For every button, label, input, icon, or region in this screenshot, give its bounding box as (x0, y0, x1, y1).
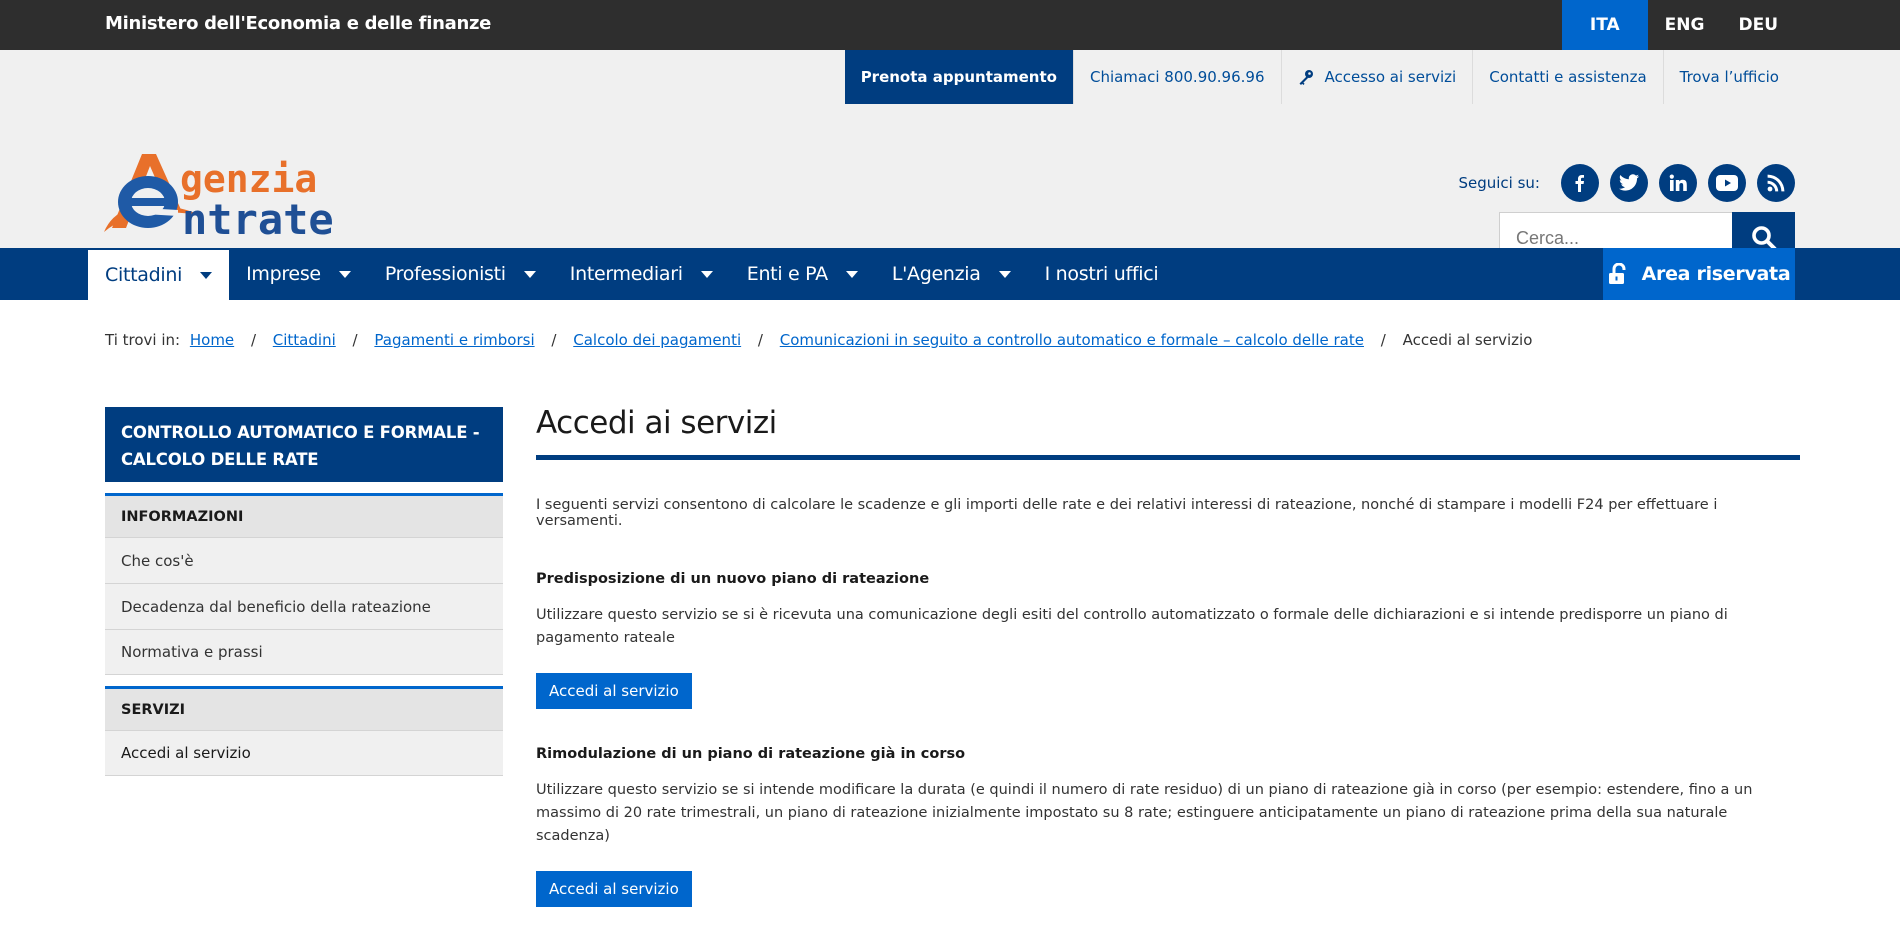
title-underline (536, 455, 1800, 460)
sidebar-section-servizi: SERVIZI (105, 686, 503, 730)
service2-title: Rimodulazione di un piano di rateazione … (536, 746, 966, 762)
chevron-down-icon (338, 270, 351, 278)
top-bar: Ministero dell'Economia e delle finanze … (0, 0, 1900, 50)
sidebar-item-normativa[interactable]: Normativa e prassi (105, 629, 503, 675)
call-link[interactable]: Chiamaci 800.90.96.96 (1072, 50, 1281, 104)
agenzia-entrate-logo[interactable]: genzia ntrate (104, 152, 387, 240)
nav-agenzia[interactable]: L'Agenzia (875, 248, 1028, 300)
chevron-down-icon (845, 270, 858, 278)
utility-bar: Prenota appuntamento Chiamaci 800.90.96.… (844, 50, 1795, 104)
nav-intermediari-label: Intermediari (569, 263, 683, 285)
main-nav: Cittadini Imprese Professionisti Interme… (0, 248, 1900, 300)
lang-ita[interactable]: ITA (1561, 0, 1648, 50)
social-links: Seguici su: (1458, 164, 1795, 202)
sidebar: CONTROLLO AUTOMATICO E FORMALE - CALCOLO… (105, 407, 503, 776)
sidebar-title[interactable]: CONTROLLO AUTOMATICO E FORMALE - CALCOLO… (105, 407, 503, 482)
sidebar-item-accedi[interactable]: Accedi al servizio (105, 730, 503, 776)
service2-access-button[interactable]: Accedi al servizio (536, 871, 692, 907)
nav-cittadini-label: Cittadini (105, 264, 183, 286)
breadcrumb-prefix: Ti trovi in: (105, 331, 181, 349)
chevron-down-icon (523, 270, 536, 278)
nav-agenzia-label: L'Agenzia (891, 263, 981, 285)
chevron-down-icon (700, 270, 713, 278)
breadcrumb: Ti trovi in: Home / Cittadini / Pagament… (105, 331, 1532, 349)
ministry-link[interactable]: Ministero dell'Economia e delle finanze (105, 13, 491, 34)
chevron-down-icon (998, 270, 1011, 278)
chevron-down-icon (200, 271, 213, 279)
book-appointment-button[interactable]: Prenota appuntamento (844, 50, 1073, 104)
sidebar-item-che-cose[interactable]: Che cos'è (105, 537, 503, 583)
lang-deu[interactable]: DEU (1721, 0, 1795, 50)
linkedin-icon[interactable] (1659, 164, 1697, 202)
contacts-link[interactable]: Contatti e assistenza (1472, 50, 1662, 104)
nav-intermediari[interactable]: Intermediari (553, 248, 730, 300)
nav-professionisti-label: Professionisti (384, 263, 506, 285)
nav-enti-pa-label: Enti e PA (746, 263, 828, 285)
find-office-link[interactable]: Trova l’ufficio (1662, 50, 1795, 104)
breadcrumb-comunicazioni[interactable]: Comunicazioni in seguito a controllo aut… (780, 331, 1364, 349)
reserved-area-label: Area riservata (1641, 263, 1791, 285)
nav-imprese[interactable]: Imprese (229, 248, 368, 300)
access-services-label: Accesso ai servizi (1324, 68, 1457, 86)
breadcrumb-separator: / (250, 331, 256, 349)
service1-title: Predisposizione di un nuovo piano di rat… (536, 571, 930, 587)
header: Prenota appuntamento Chiamaci 800.90.96.… (0, 50, 1900, 264)
lang-eng[interactable]: ENG (1648, 0, 1722, 50)
logo-line2: ntrate (182, 195, 334, 240)
breadcrumb-separator: / (551, 331, 557, 349)
breadcrumb-separator: / (352, 331, 358, 349)
social-label: Seguici su: (1458, 174, 1540, 192)
twitter-icon[interactable] (1610, 164, 1648, 202)
breadcrumb-current: Accedi al servizio (1402, 331, 1533, 349)
breadcrumb-calcolo[interactable]: Calcolo dei pagamenti (573, 331, 741, 349)
nav-professionisti[interactable]: Professionisti (368, 248, 553, 300)
language-switcher: ITA ENG DEU (1561, 0, 1795, 50)
breadcrumb-separator: / (1380, 331, 1386, 349)
rss-icon[interactable] (1757, 164, 1795, 202)
service1-description: Utilizzare questo servizio se si è ricev… (536, 607, 1728, 646)
sidebar-section-informazioni: INFORMAZIONI (105, 493, 503, 537)
breadcrumb-separator: / (757, 331, 763, 349)
breadcrumb-pagamenti[interactable]: Pagamenti e rimborsi (374, 331, 534, 349)
nav-imprese-label: Imprese (246, 263, 321, 285)
access-services-link[interactable]: Accesso ai servizi (1280, 50, 1473, 104)
nav-enti-pa[interactable]: Enti e PA (730, 248, 875, 300)
unlock-icon (1608, 263, 1626, 284)
key-icon (1299, 70, 1313, 85)
reserved-area-button[interactable]: Area riservata (1603, 248, 1795, 300)
nav-uffici[interactable]: I nostri uffici (1028, 248, 1176, 300)
nav-cittadini[interactable]: Cittadini (88, 250, 230, 300)
youtube-icon[interactable] (1708, 164, 1746, 202)
main-content: Accedi ai servizi I seguenti servizi con… (536, 405, 1800, 907)
facebook-icon[interactable] (1561, 164, 1599, 202)
service2-description: Utilizzare questo servizio se si intende… (536, 782, 1753, 844)
intro-text: I seguenti servizi consentono di calcola… (536, 497, 1718, 529)
breadcrumb-home[interactable]: Home (190, 331, 234, 349)
page-title: Accedi ai servizi (536, 405, 777, 441)
sidebar-item-decadenza[interactable]: Decadenza dal beneficio della rateazione (105, 583, 503, 629)
service1-access-button[interactable]: Accedi al servizio (536, 673, 692, 709)
breadcrumb-cittadini[interactable]: Cittadini (273, 331, 336, 349)
